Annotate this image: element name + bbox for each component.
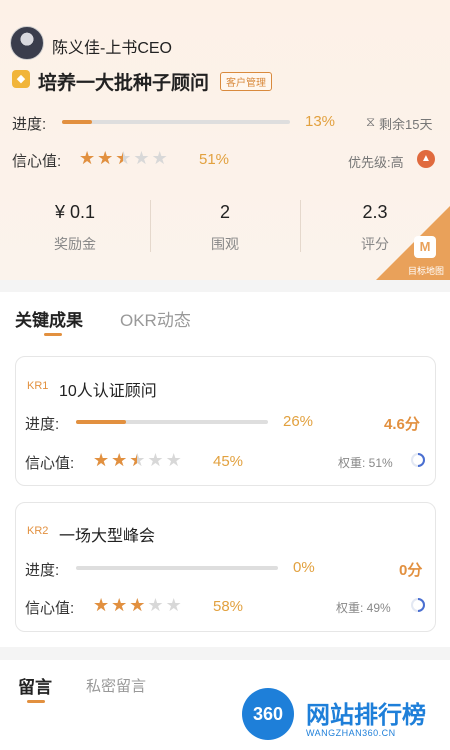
objective-progress-fill: [62, 120, 92, 124]
kr1-progress-label: 进度:: [25, 416, 60, 433]
goal-map-label[interactable]: 目标地图: [408, 264, 444, 277]
owner-name: 陈义佳-上书CEO: [52, 40, 173, 57]
star-icon: ★★: [129, 450, 146, 470]
kr1-weight: 权重: 51%: [338, 456, 393, 470]
kr1-weight-progress-icon: [411, 453, 425, 467]
tab-key-results[interactable]: 关键成果: [15, 306, 83, 331]
kr1-confidence-text: 45%: [213, 453, 244, 470]
active-tab-indicator: [27, 700, 45, 703]
star-icon: ★★: [147, 450, 164, 470]
kr1-progress-fill: [76, 420, 126, 424]
kr2-weight: 权重: 49%: [336, 601, 391, 615]
active-tab-indicator: [44, 333, 62, 336]
kr1-tag: KR1: [27, 380, 49, 392]
star-icon: ★★: [93, 595, 110, 615]
priority-up-icon[interactable]: ▲: [417, 150, 435, 168]
objective-confidence-text: 51%: [199, 151, 230, 168]
kr1-confidence-stars: ★★★★★★★★★★: [93, 451, 182, 469]
kr1-score: 4.6分: [384, 416, 420, 433]
kr2-confidence-stars: ★★★★★★★★★★: [93, 596, 182, 614]
star-icon: ★★: [97, 148, 114, 168]
tab-okr-updates[interactable]: OKR动态: [120, 306, 191, 331]
remaining-days: 剩余15天: [379, 117, 433, 132]
star-icon: ★★: [115, 148, 132, 168]
star-icon: ★★: [111, 595, 128, 615]
tab-private-comments[interactable]: 私密留言: [86, 675, 146, 696]
star-icon: ★★: [165, 450, 182, 470]
kr2-progress-label: 进度:: [25, 562, 60, 579]
watchers-label: 围观: [211, 236, 239, 252]
kr2-score: 0分: [399, 562, 423, 579]
confidence-label: 信心值:: [12, 153, 62, 170]
watermark-name: 网站排行榜: [306, 702, 426, 729]
star-icon: ★★: [111, 450, 128, 470]
kr2-progress-text: 0%: [293, 559, 315, 576]
watchers-value: 2: [219, 202, 230, 222]
rating-value: 2.3: [362, 202, 388, 222]
kr1-title: 10人认证顾问: [59, 383, 157, 400]
objective-progress-bar: [62, 120, 290, 124]
kr2-confidence-text: 58%: [213, 598, 244, 615]
kr2-weight-progress-icon: [411, 598, 425, 612]
objective-progress-text: 13%: [305, 113, 336, 130]
star-icon: ★★: [165, 595, 182, 615]
star-icon: ★★: [133, 148, 150, 168]
star-icon: ★★: [129, 595, 146, 615]
tab-comments[interactable]: 留言: [18, 673, 52, 698]
objective-confidence-stars: ★★★★★★★★★★: [79, 149, 168, 167]
kr1-confidence-label: 信心值:: [25, 455, 75, 472]
kr2-confidence-label: 信心值:: [25, 600, 75, 617]
kr2-title: 一场大型峰会: [59, 528, 156, 545]
star-icon: ★★: [79, 148, 96, 168]
kr1-progress-bar: [76, 420, 268, 424]
avatar[interactable]: [10, 26, 44, 60]
bonus-label: 奖励金: [54, 236, 96, 252]
objective-tag[interactable]: 客户管理: [220, 72, 272, 91]
objective-icon: ◆: [12, 70, 30, 88]
progress-label: 进度:: [12, 116, 47, 133]
star-icon: ★★: [147, 595, 164, 615]
kr2-progress-bar: [76, 566, 278, 570]
watermark-url: WANGZHAN360.CN: [306, 728, 396, 738]
star-icon: ★★: [93, 450, 110, 470]
star-icon: ★★: [151, 148, 168, 168]
map-icon[interactable]: M: [414, 236, 436, 258]
objective-title: 培养一大批种子顾问: [38, 73, 210, 94]
kr2-tag: KR2: [27, 525, 49, 537]
kr1-progress-text: 26%: [283, 413, 314, 430]
bonus-value: ¥ 0.1: [54, 202, 96, 222]
priority-label: 优先级:高: [348, 155, 404, 170]
hourglass-icon: ⧖: [366, 114, 376, 129]
watermark-logo: 360: [242, 688, 294, 740]
